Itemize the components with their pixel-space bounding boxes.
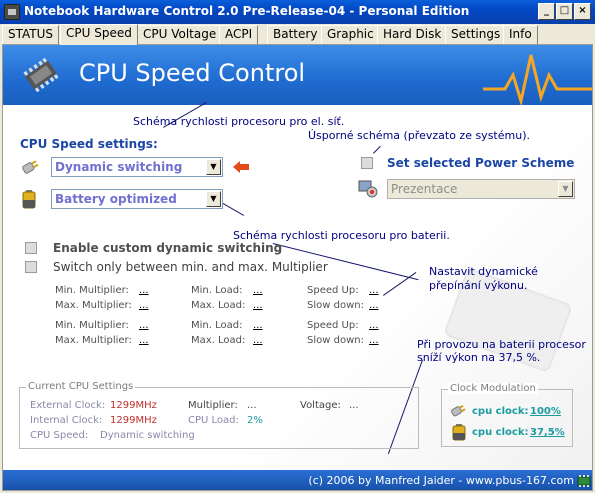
tab-battery[interactable]: Battery: [267, 25, 324, 44]
chevron-down-icon[interactable]: ▼: [558, 181, 573, 197]
chevron-down-icon[interactable]: ▼: [206, 191, 221, 207]
row1-value-b[interactable]: ...: [253, 285, 263, 296]
power-scheme-select[interactable]: Prezentace ▼: [387, 179, 575, 199]
enable-custom-label: Enable custom dynamic switching: [53, 241, 283, 255]
row2-label-a: Max. Multiplier:: [55, 300, 132, 311]
row1-label-b: Min. Load:: [191, 285, 243, 296]
annotation-power-scheme: Úsporné schéma (převzato ze systému).: [308, 129, 530, 142]
enable-custom-checkbox[interactable]: [25, 242, 37, 254]
battery-icon: [22, 190, 36, 209]
page-header: CPU Speed Control: [3, 45, 592, 105]
ac-speed-value: Dynamic switching: [55, 160, 183, 174]
battery-speed-select[interactable]: Battery optimized ▼: [51, 189, 223, 209]
multiplier-label: Multiplier:: [188, 400, 238, 411]
ac-plug-icon: [22, 160, 39, 174]
ac-clock-value[interactable]: 100%: [530, 406, 561, 417]
battery-clock-value[interactable]: 37,5%: [530, 427, 565, 438]
current-cpu-settings-group: Current CPU Settings External Clock: 129…: [19, 381, 419, 449]
page-title: CPU Speed Control: [79, 59, 306, 87]
pulse-wave-icon: [483, 54, 592, 105]
clock-modulation-group: Clock Modulation cpu clock: 100% cpu clo…: [441, 383, 573, 447]
external-clock-value: 1299MHz: [110, 400, 157, 411]
clock-modulation-title: Clock Modulation: [448, 383, 538, 394]
row3-label-c: Speed Up:: [307, 320, 359, 331]
row4-label-c: Slow down:: [307, 335, 364, 346]
chevron-down-icon[interactable]: ▼: [206, 159, 221, 175]
tab-cpu-voltage[interactable]: CPU Voltage: [137, 25, 223, 44]
row4-value-b[interactable]: ...: [253, 335, 263, 346]
tab-acpi[interactable]: ACPI: [219, 25, 259, 44]
row2-label-c: Slow down:: [307, 300, 364, 311]
power-scheme-icon: [358, 180, 378, 198]
annotation-ac-scheme: Schéma rychlosti procesoru pro el. síť.: [133, 115, 345, 128]
voltage-value: ...: [349, 400, 359, 411]
cpu-speed-value: Dynamic switching: [100, 430, 195, 441]
cpu-speed-label: CPU Speed:: [30, 430, 89, 441]
row1-value-c[interactable]: ...: [369, 285, 379, 296]
row2-value-a[interactable]: ...: [139, 300, 149, 311]
tab-settings[interactable]: Settings: [445, 25, 507, 44]
row2-value-c[interactable]: ...: [369, 300, 379, 311]
row4-label-b: Max. Load:: [191, 335, 246, 346]
power-scheme-value: Prezentace: [391, 182, 458, 196]
row3-value-a[interactable]: ...: [139, 320, 149, 331]
annotation-battery-info-2: sníží výkon na 37,5 %.: [417, 351, 541, 364]
maximize-button[interactable]: □: [556, 3, 573, 20]
annotation-dynamic-2: přepínání výkonu.: [429, 279, 528, 292]
row1-value-a[interactable]: ...: [139, 285, 149, 296]
current-cpu-settings-title: Current CPU Settings: [26, 381, 136, 392]
tab-cpu-speed[interactable]: CPU Speed: [60, 24, 138, 45]
row1-label-c: Speed Up:: [307, 285, 359, 296]
row3-value-b[interactable]: ...: [253, 320, 263, 331]
internal-clock-value: 1299MHz: [110, 415, 157, 426]
power-scheme-label: Set selected Power Scheme: [387, 156, 575, 170]
switch-multiplier-checkbox[interactable]: [25, 261, 37, 273]
row3-label-b: Min. Load:: [191, 320, 243, 331]
external-clock-label: External Clock:: [30, 400, 106, 411]
chip-icon: [577, 475, 591, 487]
cpu-speed-settings-label: CPU Speed settings:: [20, 137, 158, 151]
row1-label-a: Min. Multiplier:: [55, 285, 129, 296]
tab-bar: STATUS CPU Speed CPU Voltage ACPI Batter…: [0, 24, 595, 45]
ac-clock-label: cpu clock:: [472, 406, 529, 417]
battery-icon: [452, 424, 466, 441]
tab-graphic[interactable]: Graphic: [321, 25, 380, 44]
row3-label-a: Min. Multiplier:: [55, 320, 129, 331]
title-bar[interactable]: Notebook Hardware Control 2.0 Pre-Releas…: [0, 0, 595, 24]
footer-bar: (c) 2006 by Manfred Jaider - www.pbus-16…: [3, 470, 592, 490]
row4-value-a[interactable]: ...: [139, 335, 149, 346]
voltage-label: Voltage:: [300, 400, 341, 411]
battery-clock-label: cpu clock:: [472, 427, 529, 438]
internal-clock-label: Internal Clock:: [30, 415, 103, 426]
ac-speed-select[interactable]: Dynamic switching ▼: [51, 157, 223, 177]
row4-value-c[interactable]: ...: [369, 335, 379, 346]
cpu-chip-icon: [23, 57, 59, 93]
arrow-left-icon: [233, 161, 249, 173]
row2-value-b[interactable]: ...: [253, 300, 263, 311]
close-button[interactable]: ×: [574, 3, 591, 20]
row3-value-c[interactable]: ...: [369, 320, 379, 331]
ac-plug-icon: [451, 404, 466, 417]
footer-copyright[interactable]: (c) 2006 by Manfred Jaider - www.pbus-16…: [308, 474, 574, 487]
switch-multiplier-label: Switch only between min. and max. Multip…: [53, 260, 328, 274]
annotation-battery-info-1: Při provozu na baterii procesor: [417, 338, 586, 351]
cpu-load-value: 2%: [247, 415, 263, 426]
cpu-load-label: CPU Load:: [188, 415, 239, 426]
power-scheme-checkbox[interactable]: [361, 157, 373, 169]
window-title: Notebook Hardware Control 2.0 Pre-Releas…: [24, 4, 470, 18]
row2-label-b: Max. Load:: [191, 300, 246, 311]
tab-info[interactable]: Info: [503, 25, 538, 44]
cpu-speed-panel: CPU Speed Control Schéma rychlosti proce…: [2, 44, 593, 491]
row4-label-a: Max. Multiplier:: [55, 335, 132, 346]
tab-hard-disk[interactable]: Hard Disk: [377, 25, 448, 44]
annotation-dynamic-1: Nastavit dynamické: [429, 265, 538, 278]
app-chip-icon: [4, 4, 20, 20]
tab-status[interactable]: STATUS: [2, 25, 60, 44]
battery-speed-value: Battery optimized: [55, 192, 177, 206]
minimize-button[interactable]: _: [538, 3, 555, 20]
multiplier-value: ...: [247, 400, 257, 411]
